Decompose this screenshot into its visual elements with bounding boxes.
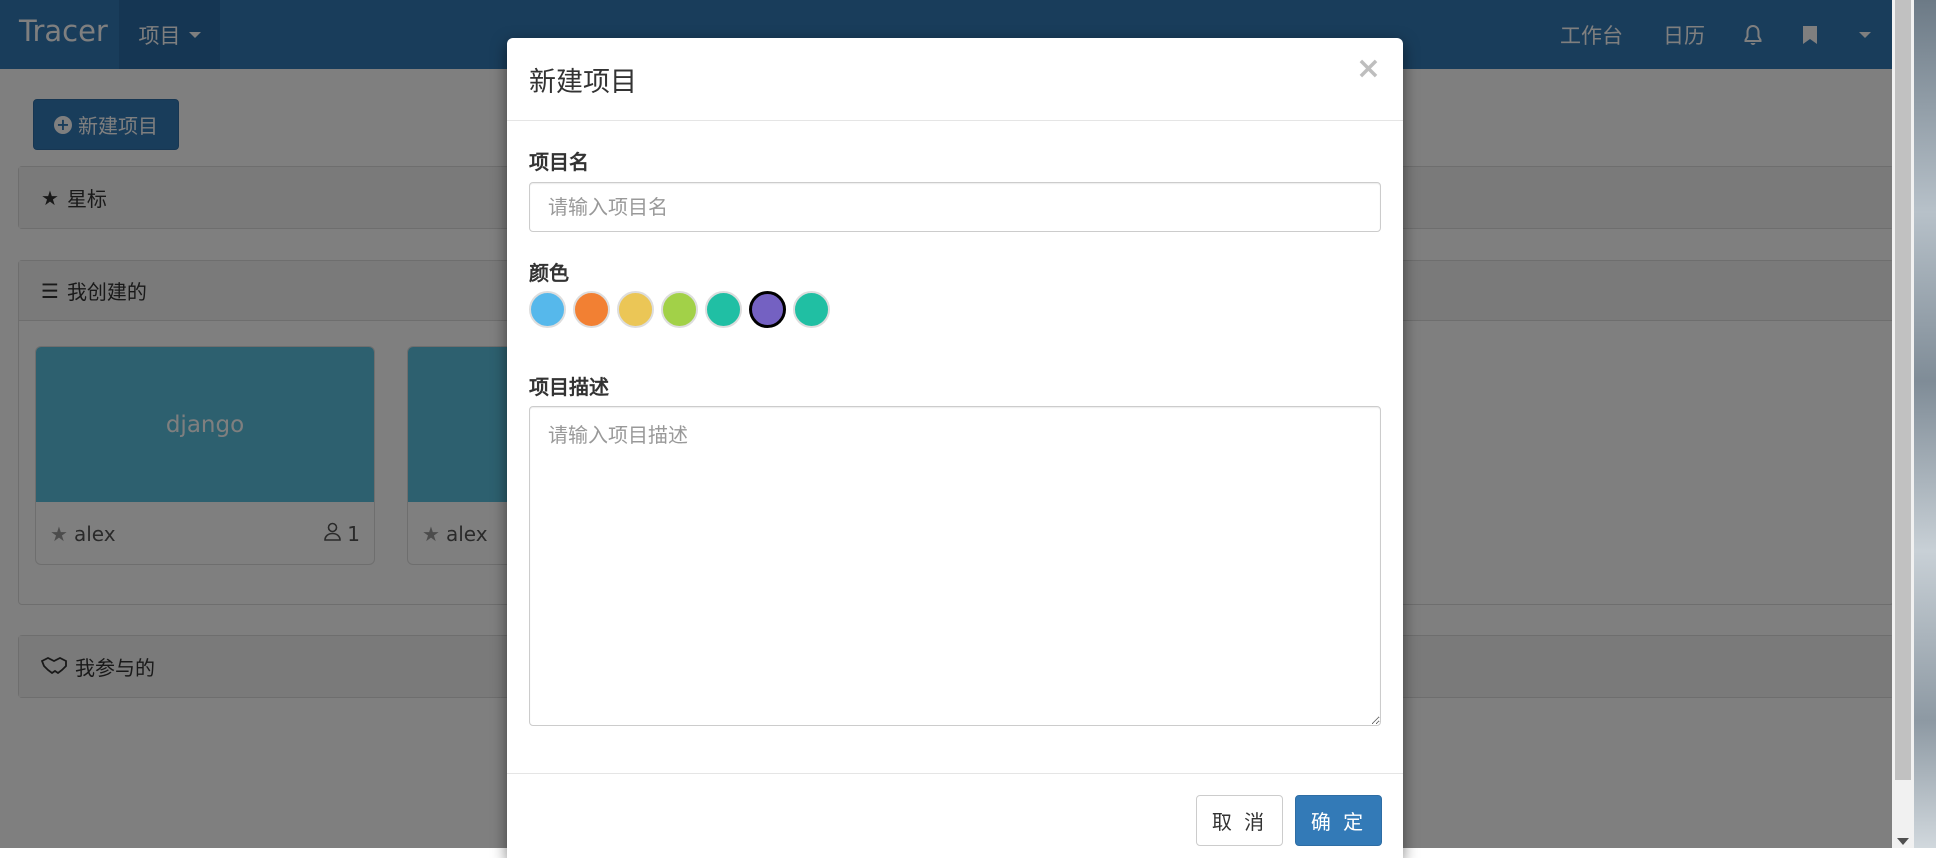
scroll-down-arrow[interactable] [1897,838,1909,845]
color-swatch[interactable] [529,291,566,328]
color-swatch[interactable] [617,291,654,328]
close-icon[interactable]: × [1356,54,1381,84]
project-name-input[interactable] [529,182,1381,232]
modal-title: 新建项目 [529,67,637,98]
desktop-background [1914,0,1936,848]
color-label: 颜色 [529,261,569,285]
project-name-label: 项目名 [529,150,589,174]
confirm-button[interactable]: 确 定 [1295,795,1382,846]
project-desc-textarea[interactable] [529,406,1381,726]
cancel-button[interactable]: 取 消 [1196,795,1283,846]
scrollbar[interactable] [1892,0,1914,848]
color-swatch[interactable] [749,291,786,328]
color-swatch[interactable] [705,291,742,328]
modal-header: 新建项目 × [507,38,1403,121]
color-swatch[interactable] [573,291,610,328]
new-project-modal: 新建项目 × 项目名 颜色 项目描述 取 消 确 定 [507,38,1403,858]
color-picker [529,291,830,328]
scrollbar-thumb[interactable] [1895,0,1911,780]
color-swatch[interactable] [793,291,830,328]
modal-footer: 取 消 确 定 [507,773,1403,858]
project-desc-label: 项目描述 [529,375,609,399]
color-swatch[interactable] [661,291,698,328]
